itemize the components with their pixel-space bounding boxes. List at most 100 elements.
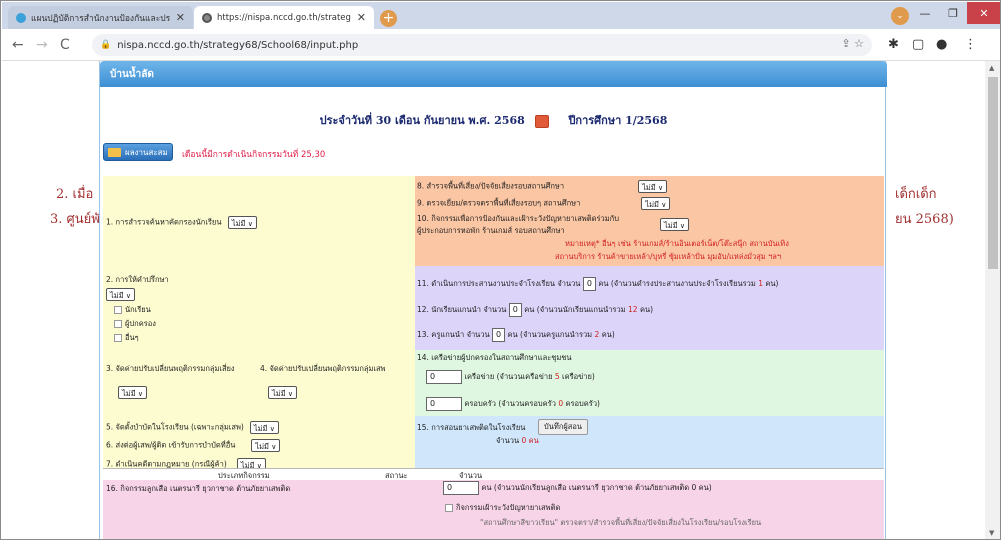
q9-select[interactable]: ไม่มี [641,197,671,210]
new-tab-button[interactable]: + [380,10,397,27]
q12-input[interactable]: 0 [508,303,522,317]
scroll-down-icon[interactable]: ▼ [989,529,994,537]
q9-row: 9. ตรวจเยี่ยม/ตรวจตราพื้นที่เสี่ยงรอบๆ ส… [417,197,671,210]
tab-title: https://nispa.nccd.go.th/strategy [217,12,351,23]
maximize-icon[interactable]: ❐ [939,2,967,24]
lock-icon: 🔒 [100,40,112,50]
folder-icon [108,147,121,157]
q14-label: 14. เครือข่ายผู้ปกครองในสถานศึกษาและชุมช… [417,353,572,362]
q14-family-total: 0 [558,399,564,408]
url-text: nispa.nccd.go.th/strategy68/School68/inp… [117,39,359,51]
minimize-icon[interactable]: — [911,2,939,24]
activity-dialog: บ้านน้ำลัด ประจำวันที่ 30 เดือน กันยายน … [99,61,887,539]
q12-label: 12. นักเรียนแกนนำ จำนวน [417,305,507,314]
reload-icon[interactable]: C [60,37,70,53]
q11-row: 11. ดำเนินการประสานงานประจำโรงเรียน จำนว… [417,277,778,291]
q16-note: คน (จำนวนนักเรียนลูกเสือ เนตรนารี ยุวกาช… [481,483,712,492]
q5-select[interactable]: ไม่มี [249,421,279,434]
browser-tab-1[interactable]: แผนปฏิบัติการสำนักงานป้องกันและปราบ ✕ [8,6,193,29]
academic-year: ปีการศึกษา 1/2568 [568,114,668,127]
q2-option-parent: ผู้ปกครอง [125,319,156,328]
q14-network-input[interactable]: 0 [426,370,462,384]
extension-puzzle-icon[interactable]: ✱ [888,37,899,52]
q14-family-row: 0 ครอบครัว (จำนวนครอบครัว 0 ครอบครัว) [426,397,600,411]
q13-unit: คน) [601,330,615,339]
q6-label: 6. ส่งต่อผู้เสพ/ผู้ติด เข้ารับการบำบัดที… [106,440,236,450]
close-icon[interactable]: ✕ [357,11,366,24]
q14-family-input[interactable]: 0 [426,397,462,411]
q2-block: 2. การให้คำปรึกษา ไม่มี นักเรียน ผู้ปกคร… [106,274,169,344]
tab-strip: แผนปฏิบัติการสำนักงานป้องกันและปราบ ✕ ht… [2,2,1000,29]
browser-window: แผนปฏิบัติการสำนักงานป้องกันและปราบ ✕ ht… [0,0,1001,540]
q2-select[interactable]: ไม่มี [106,288,136,301]
profile-icon[interactable]: ● [936,37,947,52]
tab-search-button[interactable]: ⌄ [891,7,909,25]
q12-row: 12. นักเรียนแกนนำ จำนวน 0 คน (จำนวนนักเร… [417,303,653,317]
q8-label: 8. สำรวจพื้นที่เสี่ยง/ปัจจัยเสี่ยงรอบสถา… [417,181,565,191]
page-viewport: 2. เมื่อ 3. ศูนย์พั เด็กเด็ก ยน 2568) บ้… [2,61,985,539]
q11-total: 1 [758,279,763,288]
scroll-up-icon[interactable]: ▲ [989,64,994,72]
q5-label: 5. จัดตั้งบำบัดในโรงเรียน (เฉพาะกลุ่มเสพ… [106,422,244,432]
q14-network-total: 5 [554,372,560,381]
site-favicon-icon [16,12,26,23]
report-button-label: ผลงานสะสม [125,147,168,157]
q2-label: 2. การให้คำปรึกษา [106,275,169,284]
q16-input[interactable]: 0 [443,481,479,495]
checkbox[interactable] [114,306,122,314]
bookmark-star-icon[interactable]: ⇪ ☆ [841,37,864,50]
q10-label: 10. กิจกรรมเพื่อการป้องกันและเฝ้าระวังปั… [417,214,619,223]
background-text: เด็กเด็ก [895,187,937,202]
browser-tab-2[interactable]: https://nispa.nccd.go.th/strategy ✕ [194,6,374,29]
q8-row: 8. สำรวจพื้นที่เสี่ยง/ปัจจัยเสี่ยงรอบสถา… [417,180,668,193]
q8-select[interactable]: ไม่มี [638,180,668,193]
q13-label: 13. ครูแกนนำ จำนวน [417,330,490,339]
q6-select[interactable]: ไม่มี [251,439,281,452]
q14-family-label: ครอบครัว (จำนวนครอบครัว [464,399,556,408]
q12-unit: คน) [639,305,654,314]
q10-note-2: สถานบริการ ร้านค้าขายเหล้า/บุหรี่ ซุ้มเห… [555,252,782,261]
q12-label-2: คน (จำนวนนักเรียนแกนนำรวม [524,305,626,314]
sidebar-icon[interactable]: ▢ [912,37,924,52]
background-text: ยน 2568) [895,212,954,227]
back-icon[interactable]: ← [12,37,24,53]
q14-network-label: เครือข่าย (จำนวนเครือข่าย [464,372,553,381]
q15-count-unit: คน [528,436,539,445]
q4-select[interactable]: ไม่มี [268,386,298,399]
forward-icon[interactable]: → [36,37,48,53]
q11-input[interactable]: 0 [582,277,596,291]
q15-count-label: จำนวน [496,436,520,445]
q16-input-row: 0 คน (จำนวนนักเรียนลูกเสือ เนตรนารี ยุวก… [443,481,712,495]
page-scrollbar[interactable]: ▲ ▼ [985,61,1000,539]
tab-title: แผนปฏิบัติการสำนักงานป้องกันและปราบ [31,13,170,24]
menu-kebab-icon[interactable]: ⋮ [964,37,977,52]
scrollbar-thumb[interactable] [988,77,998,269]
q3-select[interactable]: ไม่มี [118,386,148,399]
q1-row: 1. การสำรวจค้นหาคัดกรองนักเรียน ไม่มี [106,216,257,229]
close-icon[interactable]: ✕ [176,11,185,24]
q13-label-2: คน (จำนวนครูแกนนำรวม [507,330,593,339]
q14-family-unit: ครอบครัว) [565,399,600,408]
activity-notice: เดือนนี้มีการดำเนินกิจกรรมวันที่ 25,30 [182,150,326,160]
calendar-icon[interactable] [534,114,549,128]
q15-label: 15. การสอนยาเสพติดในโรงเรียน [417,423,526,432]
q14-network-unit: เครือข่าย) [562,372,595,381]
q13-input[interactable]: 0 [492,328,506,342]
q3-label: 3. จัดค่ายปรับเปลี่ยนพฤติกรรมกลุ่มเสี่ยง [106,364,235,373]
q15-count-value: 0 [521,436,527,445]
close-window-icon[interactable]: ✕ [967,2,1000,24]
q16-label: 16. กิจกรรมลูกเสือ เนตรนารี ยุวกาชาด ต้า… [106,484,291,493]
q1-select[interactable]: ไม่มี [227,216,257,229]
q16-subitem: "สถานศึกษาสีขาวเรียน" ตรวจตรา/สำรวจพื้นท… [480,518,762,527]
q10-select[interactable]: ไม่มี [660,218,690,231]
checkbox[interactable] [114,320,122,328]
record-teacher-button[interactable]: บันทึกผู้สอน [538,419,588,435]
checkbox[interactable] [114,334,122,342]
q9-label: 9. ตรวจเยี่ยม/ตรวจตราพื้นที่เสี่ยงรอบๆ ส… [417,198,581,208]
q4-label: 4. จัดค่ายปรับเปลี่ยนพฤติกรรมกลุ่มเสพ [260,364,386,373]
url-bar[interactable]: 🔒 nispa.nccd.go.th/strategy68/School68/i… [92,34,872,56]
cumulative-report-button[interactable]: ผลงานสะสม [103,143,173,161]
q10-label-2: ผู้ประกอบการหอพัก ร้านเกมส์ รอบสถานศึกษา [417,226,565,235]
q15-count: จำนวน 0 คน [496,435,539,447]
checkbox[interactable] [445,504,453,512]
